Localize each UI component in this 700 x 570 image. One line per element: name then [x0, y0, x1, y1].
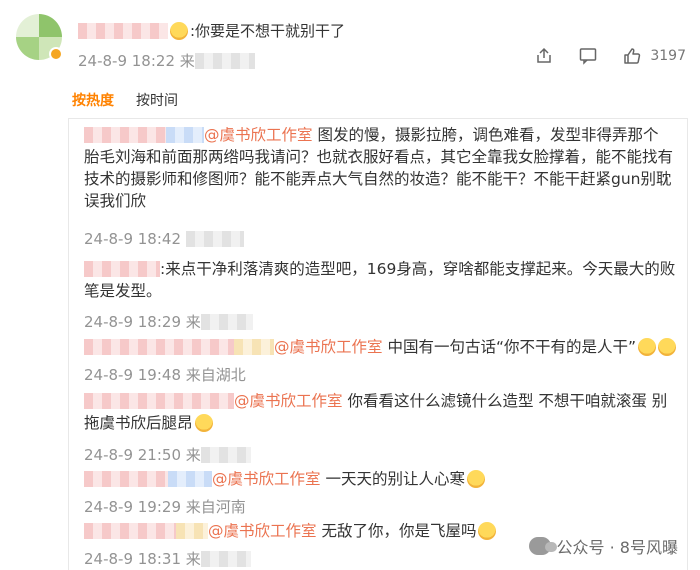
reply-item: @虞书欣工作室 一天天的别让人心寒 — [84, 468, 684, 490]
blurred-username[interactable] — [84, 471, 168, 487]
share-icon — [537, 47, 552, 63]
mention-link[interactable]: @虞书欣工作室 — [234, 392, 343, 410]
blurred-username[interactable] — [168, 471, 212, 487]
vip-badge-icon — [49, 47, 63, 61]
blurred-username[interactable] — [84, 339, 234, 355]
timestamp: 24-8-9 21:50 — [84, 446, 181, 464]
blurred-location — [200, 314, 253, 330]
mention-link[interactable]: @虞书欣工作室 — [208, 522, 317, 540]
thumbs-up-icon — [624, 48, 641, 64]
blurred-location — [185, 231, 244, 247]
grin-emoji-icon — [658, 338, 677, 356]
blurred-location — [200, 447, 251, 463]
blurred-username[interactable] — [176, 523, 208, 539]
tab-sort-time[interactable]: 按时间 — [136, 90, 178, 110]
reply-text: 中国有一句古话“你不干有的是人干” — [382, 338, 637, 356]
like-count: 3197 — [650, 48, 686, 64]
blurred-username[interactable] — [166, 127, 204, 143]
reply-meta: 24-8-9 19:48 来自湖北 — [84, 364, 246, 385]
reply-meta: 24-8-9 19:29 来自河南 — [84, 496, 246, 517]
location: 来自湖北 — [185, 366, 246, 384]
main-comment-line: :你要是不想干就别干了 — [78, 20, 345, 41]
timestamp: 24-8-9 19:48 — [84, 366, 181, 384]
location-partial: 来 — [185, 313, 201, 331]
grin-emoji-icon — [638, 338, 657, 356]
mention-link[interactable]: @虞书欣工作室 — [212, 470, 321, 488]
comment-button[interactable] — [578, 46, 598, 66]
timestamp: 24-8-9 18:31 — [84, 550, 181, 568]
location: 来自河南 — [185, 498, 246, 516]
reply-text: 你看看这什么滤镜什么造型 不想干咱就滚蛋 别 — [342, 392, 668, 410]
reply-meta: 24-8-9 21:50 来 — [84, 444, 251, 465]
laugh-cry-emoji-icon — [194, 414, 213, 432]
comment-icon — [580, 48, 597, 65]
timestamp: 24-8-9 18:42 — [84, 230, 181, 248]
reply-item: :来点干净利落清爽的造型吧，169身高，穿啥都能支撑起来。今天最大的败笔是发型。 — [84, 258, 684, 302]
blurred-location — [194, 53, 255, 69]
reply-item: @虞书欣工作室 中国有一句古话“你不干有的是人干” — [84, 336, 684, 358]
watermark-text: 公众号 · 8号风曝 — [556, 538, 678, 557]
reply-text: 胎毛刘海和前面那两绺吗我请问？也就衣服好看点，其它全靠我女脸撑着，能不能找有技术… — [84, 148, 674, 210]
reply-meta: 24-8-9 18:42 — [84, 230, 244, 248]
broken-heart-emoji-icon — [466, 470, 485, 488]
share-button[interactable] — [534, 46, 554, 66]
reply-item: @虞书欣工作室 你看看这什么滤镜什么造型 不想干咱就滚蛋 别拖虞书欣后腿昂 — [84, 390, 684, 434]
reply-text: 一天天的别让人心寒 — [320, 470, 465, 488]
blurred-username[interactable] — [84, 127, 166, 143]
blurred-username[interactable] — [84, 523, 176, 539]
reply-meta: 24-8-9 18:29 来 — [84, 311, 253, 332]
mention-link[interactable]: @虞书欣工作室 — [274, 338, 383, 356]
cool-emoji-icon — [478, 522, 497, 540]
watermark: 公众号 · 8号风曝 — [524, 532, 682, 560]
reply-text: 无敌了你，你是飞屋吗 — [316, 522, 477, 540]
location-partial: 来 — [185, 446, 201, 464]
reply-text: 图发的慢，摄影拉胯，调色难看，发型非得弄那个 — [312, 126, 659, 144]
wechat-icon — [528, 537, 557, 555]
blurred-username[interactable] — [78, 23, 168, 39]
location-partial: 来 — [179, 52, 195, 70]
mention-link[interactable]: @虞书欣工作室 — [204, 126, 313, 144]
sort-tabs: 按热度 按时间 — [72, 90, 178, 110]
tab-sort-hot[interactable]: 按热度 — [72, 90, 114, 110]
reply-text: 拖虞书欣后腿昂 — [84, 414, 193, 432]
like-button[interactable]: 3197 — [622, 46, 686, 66]
reply-meta: 24-8-9 18:31 来 — [84, 548, 251, 569]
blurred-location — [200, 551, 251, 567]
timestamp: 24-8-9 19:29 — [84, 498, 181, 516]
timestamp: 24-8-9 18:22 — [78, 52, 175, 70]
main-comment-text: :你要是不想干就别干了 — [190, 22, 346, 40]
reply-text: :来点干净利落清爽的造型吧，169身高，穿啥都能支撑起来。今天最大的败笔是发型。 — [84, 260, 676, 300]
main-comment-meta: 24-8-9 18:22 来 — [78, 50, 255, 71]
user-emoji-icon — [170, 22, 188, 40]
location-partial: 来 — [185, 550, 201, 568]
blurred-username[interactable] — [84, 393, 234, 409]
timestamp: 24-8-9 18:29 — [84, 313, 181, 331]
action-bar: 3197 — [534, 46, 686, 66]
reply-item: @虞书欣工作室 图发的慢，摄影拉胯，调色难看，发型非得弄那个胎毛刘海和前面那两绺… — [84, 124, 684, 212]
blurred-username[interactable] — [84, 261, 160, 277]
blurred-username[interactable] — [234, 339, 274, 355]
